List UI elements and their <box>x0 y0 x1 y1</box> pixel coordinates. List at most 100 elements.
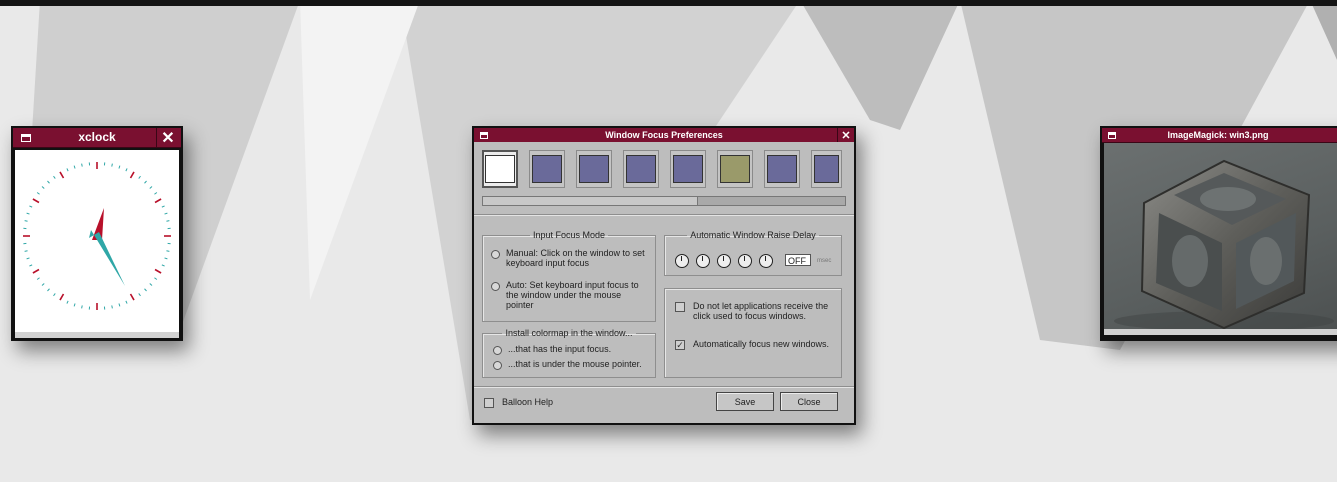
clock-tick <box>59 293 65 301</box>
auto-radio[interactable] <box>491 282 500 291</box>
delay-clock-icon[interactable] <box>738 254 752 268</box>
imagemagick-titlebar[interactable]: ImageMagick: win3.png <box>1102 128 1337 143</box>
manual-focus-option[interactable]: Manual: Click on the window to set keybo… <box>491 248 651 268</box>
delay-clock-icon[interactable] <box>675 254 689 268</box>
clock-tick <box>73 303 76 307</box>
raise-delay-group: Automatic Window Raise Delay OFF msec <box>664 230 842 276</box>
no-click-checkbox[interactable] <box>675 302 685 312</box>
clock-tick <box>32 268 40 274</box>
balloon-help-checkbox[interactable] <box>484 398 494 408</box>
clock-tick <box>41 186 45 189</box>
clock-tick <box>26 257 30 260</box>
auto-focus-checkbox[interactable]: ✓ <box>675 340 685 350</box>
clock-tick <box>154 277 158 280</box>
desktop-prefs-tool-icon[interactable] <box>623 150 659 188</box>
imagemagick-footer <box>1104 329 1337 335</box>
rendered-image[interactable] <box>1104 143 1337 331</box>
clock-tick <box>47 288 50 292</box>
menu-prefs-tool-icon[interactable] <box>670 150 706 188</box>
clock-tick <box>144 180 147 184</box>
delay-unit: msec <box>817 258 832 264</box>
colormap-focus-option[interactable]: ...that has the input focus. <box>493 344 611 355</box>
colormap-pointer-option[interactable]: ...that is under the mouse pointer. <box>493 359 642 370</box>
cube-image <box>1114 159 1334 331</box>
divider <box>474 386 854 388</box>
colormap-focus-label: ...that has the input focus. <box>508 344 612 354</box>
focus-prefs-title: Window Focus Preferences <box>605 130 723 140</box>
clock-tick <box>164 257 168 260</box>
clock-tick <box>29 264 33 267</box>
xclock-titlebar[interactable]: xclock ✕ <box>13 128 181 148</box>
clock-face <box>15 150 179 332</box>
clock-tick <box>166 250 170 252</box>
no-click-label: Do not let applications receive the clic… <box>693 301 829 321</box>
clock-tick <box>36 277 40 280</box>
xclock-footer <box>15 332 179 338</box>
clock-tick <box>66 168 69 172</box>
focus-prefs-body: Input Focus Mode Manual: Click on the wi… <box>474 142 854 423</box>
colormap-pointer-radio[interactable] <box>493 361 502 370</box>
delay-clock-icon[interactable] <box>717 254 731 268</box>
close-button[interactable]: Close <box>780 392 838 411</box>
clock-tick <box>73 165 76 169</box>
auto-focus-new-option[interactable]: ✓ Automatically focus new windows. <box>675 339 839 350</box>
clock-tick <box>154 192 158 195</box>
focus-options-group: Do not let applications receive the clic… <box>664 288 842 378</box>
balloon-help-label: Balloon Help <box>502 397 554 407</box>
colormap-pointer-label: ...that is under the mouse pointer. <box>508 359 642 369</box>
clock-tick <box>138 293 141 297</box>
toolbar-scrollbar[interactable] <box>482 196 846 206</box>
scrollbar-thumb[interactable] <box>483 197 698 205</box>
focus-prefs-titlebar[interactable]: Window Focus Preferences ✕ <box>474 128 854 143</box>
imagemagick-title: ImageMagick: win3.png <box>1167 130 1269 140</box>
colormap-group: Install colormap in the window... ...tha… <box>482 328 656 378</box>
save-button[interactable]: Save <box>716 392 774 411</box>
window-list-tool-icon[interactable] <box>576 150 612 188</box>
no-click-option[interactable]: Do not let applications receive the clic… <box>675 301 839 321</box>
delay-clock-icon[interactable] <box>759 254 773 268</box>
manual-label: Manual: Click on the window to set keybo… <box>506 248 645 268</box>
close-icon[interactable]: ✕ <box>156 128 179 147</box>
delay-clock-icon[interactable] <box>696 254 710 268</box>
colormap-legend: Install colormap in the window... <box>505 328 633 338</box>
clock-tick <box>66 300 69 304</box>
divider <box>474 214 854 216</box>
clock-tick <box>111 163 113 167</box>
clock-tick <box>24 250 28 252</box>
clock-tick <box>53 293 56 297</box>
clock-tick <box>59 171 65 179</box>
clock-tick <box>144 288 147 292</box>
focus-prefs-window[interactable]: Window Focus Preferences ✕ Input Focus M… <box>472 126 856 425</box>
clock-tick <box>111 305 113 309</box>
prefs-toolbar <box>482 150 842 190</box>
clock-tick <box>47 180 50 184</box>
clock-tick <box>161 264 165 267</box>
clock-tick <box>166 220 170 222</box>
auto-focus-label: Automatically focus new windows. <box>693 339 830 349</box>
clock-tick <box>29 205 33 208</box>
imagemagick-window[interactable]: ImageMagick: win3.png <box>1100 126 1337 341</box>
clock-tick <box>26 212 30 215</box>
move-prefs-tool-icon[interactable] <box>529 150 565 188</box>
icons-prefs-tool-icon[interactable] <box>717 150 753 188</box>
balloon-help-option[interactable]: Balloon Help <box>484 397 553 408</box>
clock-tick <box>81 305 83 309</box>
clock-tick <box>81 163 83 167</box>
clock-tick <box>154 268 162 274</box>
raise-delay-legend: Automatic Window Raise Delay <box>690 230 816 240</box>
manual-radio[interactable] <box>491 250 500 259</box>
top-panel <box>0 0 1337 6</box>
close-icon[interactable]: ✕ <box>837 128 854 142</box>
colormap-focus-radio[interactable] <box>493 346 502 355</box>
clock-tick <box>161 205 165 208</box>
focus-prefs-tool-icon[interactable] <box>482 150 518 188</box>
auto-focus-option[interactable]: Auto: Set keyboard input focus to the wi… <box>491 280 651 310</box>
clock-tick <box>24 220 28 222</box>
misc-prefs-tool-icon[interactable] <box>811 150 842 188</box>
clock-tick <box>164 212 168 215</box>
xclock-window[interactable]: xclock ✕ <box>11 126 183 341</box>
clock-tick <box>36 192 40 195</box>
clock-tick <box>41 283 45 286</box>
pager-prefs-tool-icon[interactable] <box>764 150 800 188</box>
delay-value-field[interactable]: OFF <box>785 254 811 266</box>
